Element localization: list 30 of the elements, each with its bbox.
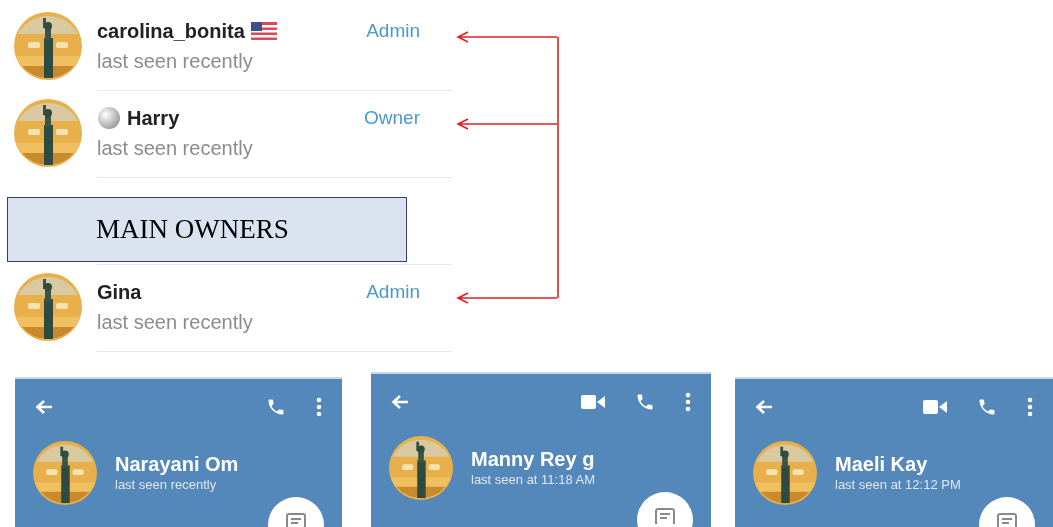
last-seen-status: last seen at 12:12 PM — [835, 476, 961, 494]
last-seen-status: last seen recently — [97, 49, 254, 73]
note-icon — [655, 508, 675, 524]
back-icon[interactable] — [755, 399, 773, 415]
contact-name: Manny Rey g — [471, 447, 596, 471]
phone-icon[interactable] — [977, 397, 997, 417]
more-options-icon[interactable] — [1027, 397, 1033, 417]
more-options-icon[interactable] — [316, 397, 322, 417]
phone-icon[interactable] — [635, 392, 655, 412]
callout-box: MAIN OWNERS — [7, 197, 407, 262]
role-label: Admin — [366, 19, 420, 43]
note-icon — [286, 513, 306, 527]
last-seen-status: last seen recently — [97, 310, 254, 334]
role-label: Admin — [366, 280, 420, 304]
contact-name: Maeli Kay — [835, 452, 929, 476]
phone-icon[interactable] — [266, 397, 286, 417]
member-name: Gina — [97, 280, 142, 304]
role-label: Owner — [364, 106, 420, 130]
more-options-icon[interactable] — [685, 392, 691, 412]
last-seen-status: last seen recently — [97, 136, 254, 160]
note-icon — [997, 513, 1017, 527]
last-seen-status: last seen at 11:18 AM — [471, 471, 596, 489]
contact-name: Narayani Om — [115, 452, 239, 476]
back-icon[interactable] — [391, 394, 409, 410]
video-call-icon[interactable] — [581, 394, 605, 410]
back-icon[interactable] — [35, 399, 53, 415]
video-call-icon[interactable] — [923, 399, 947, 415]
last-seen-status: last seen recently — [115, 476, 218, 494]
member-name: Harry — [127, 106, 180, 130]
member-name: carolina_bonita — [97, 19, 245, 43]
